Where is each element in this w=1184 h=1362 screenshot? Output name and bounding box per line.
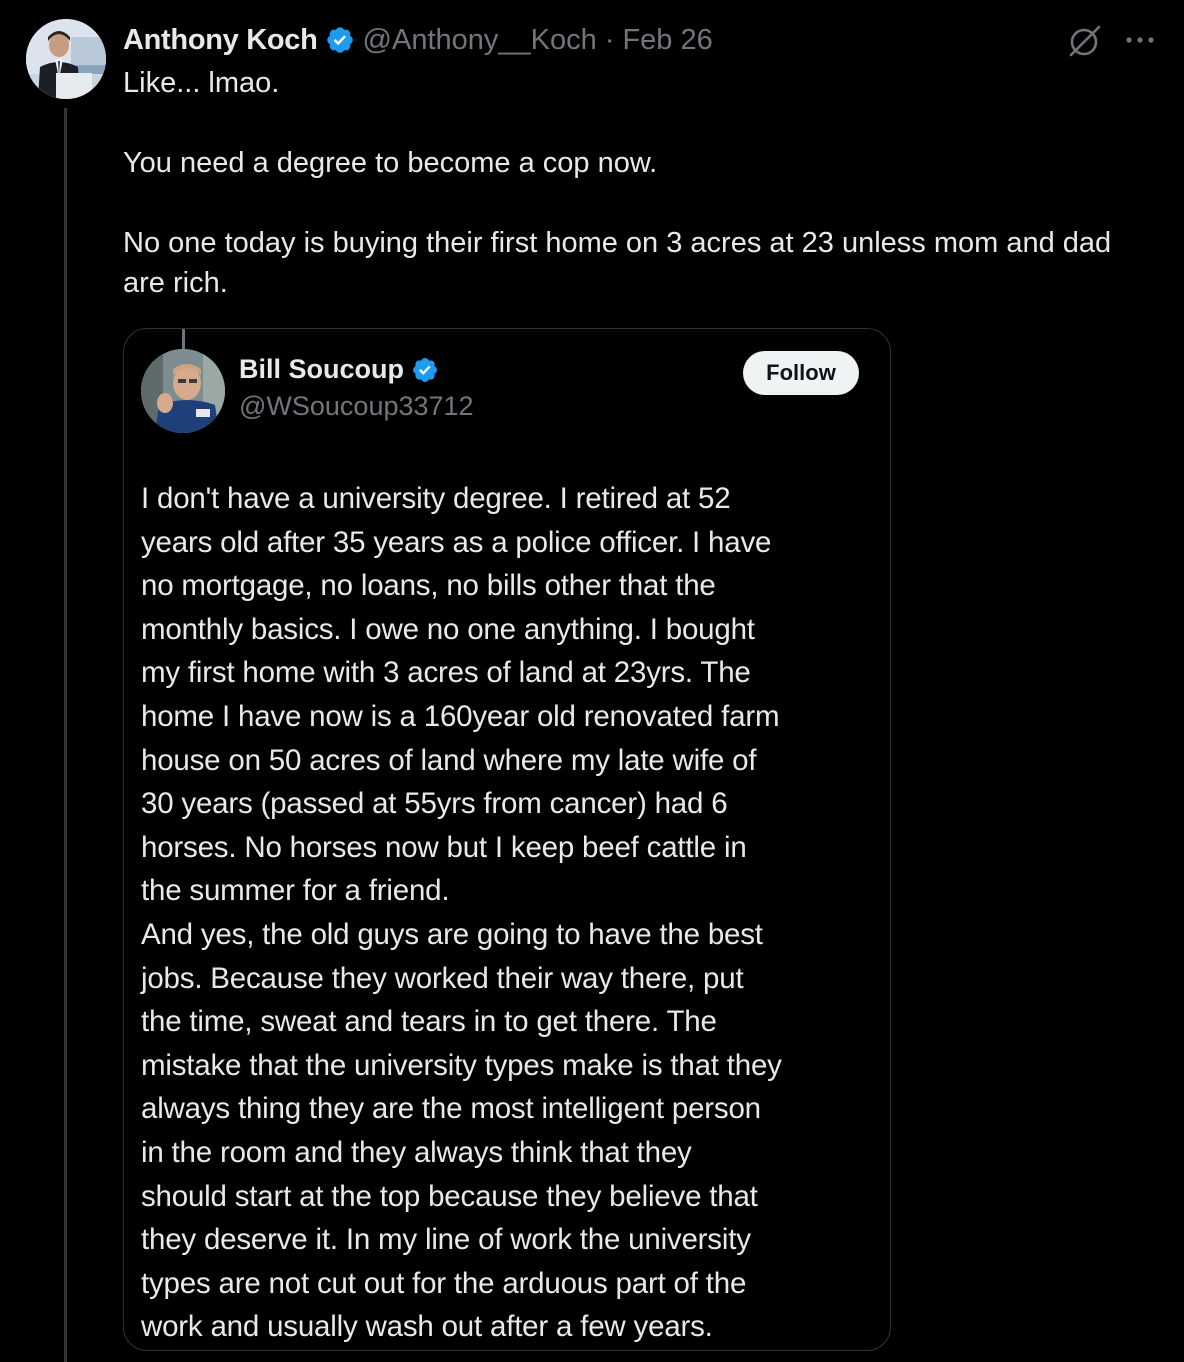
quote-text-line: in the room and they always think that t… [141,1135,692,1169]
quote-text-line: always thing they are the most intellige… [141,1092,761,1126]
quote-text-line: should start at the top because they bel… [141,1179,758,1213]
quote-text-line: no mortgage, no loans, no bills other th… [141,569,716,603]
quote-text-line: they deserve it. In my line of work the … [141,1223,751,1257]
quote-author-avatar[interactable] [141,349,225,433]
quote-author-name[interactable]: Bill Soucoup [239,354,404,385]
thread-line [64,108,67,1362]
quote-text-line: monthly basics. I owe no one anything. I… [141,612,755,646]
more-options-icon[interactable] [1122,25,1158,55]
quote-text-line: the time, sweat and tears in to get ther… [141,1005,717,1039]
quote-text-line: years old after 35 years as a police off… [141,525,772,559]
verified-badge-icon [326,27,353,53]
quote-text-line: home I have now is a 160year old renovat… [141,699,780,733]
quoted-tweet-card[interactable]: Bill Soucoup @WSoucoup33712 Follow I don… [123,328,891,1351]
quote-text-line: 30 years (passed at 55yrs from cancer) h… [141,787,728,821]
quote-text-line: horses. No horses now but I keep beef ca… [141,830,747,864]
tweet-paragraph: You need a degree to become a cop now. [123,147,658,179]
quote-text-line: types are not cut out for the arduous pa… [141,1266,747,1300]
tweet-header: Anthony Koch @Anthony__Koch · Feb 26 [123,18,713,62]
author-handle[interactable]: @Anthony__Koch [363,24,597,57]
quote-text-line: work and usually wash out after a few ye… [141,1310,713,1344]
tweet-paragraph: No one today is buying their first home … [123,227,1112,299]
quote-text-line: the summer for a friend. [141,874,450,908]
author-name[interactable]: Anthony Koch [123,24,318,57]
quote-text-line: jobs. Because they worked their way ther… [141,961,744,995]
quote-text: I don't have a university degree. I reti… [141,477,876,1349]
quote-text-line: And yes, the old guys are going to have … [141,917,763,951]
follow-button[interactable]: Follow [743,351,859,395]
verified-badge-icon [413,357,437,382]
quote-name-row: Bill Soucoup [239,354,439,385]
separator-dot: · [604,23,615,56]
author-avatar-photo [26,19,106,99]
quote-text-line: my first home with 3 acres of land at 23… [141,656,751,690]
quote-text-line: I don't have a university degree. I reti… [141,482,731,515]
quote-text-line: mistake that the university types make i… [141,1048,782,1082]
tweet-text: Like... lmao. You need a degree to becom… [123,63,1133,303]
quote-text-line: house on 50 acres of land where my late … [141,743,757,777]
quote-avatar-photo [141,349,225,433]
tweet-paragraph: Like... lmao. [123,67,280,99]
quote-author-handle[interactable]: @WSoucoup33712 [239,391,474,422]
tweet-date[interactable]: Feb 26 [622,24,712,57]
author-avatar[interactable] [26,19,106,99]
quote-connector [182,329,185,349]
grok-icon[interactable] [1066,22,1104,60]
